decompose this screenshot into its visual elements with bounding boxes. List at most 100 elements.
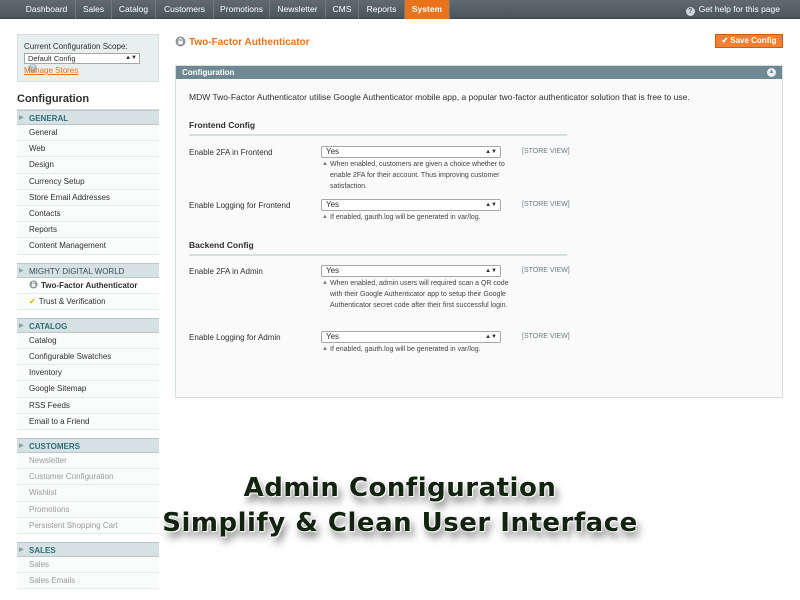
sidebar-item-content-management[interactable]: Content Management: [17, 238, 159, 255]
expand-triangle-icon: ▶: [19, 115, 24, 121]
field-note-text: When enabled, admin users will required …: [330, 280, 509, 309]
sidebar-item-store-email-addresses[interactable]: Store Email Addresses: [17, 189, 159, 206]
section-heading-frontend: Frontend Config: [189, 120, 567, 136]
select-arrows-icon: ▲▼: [485, 268, 497, 274]
sidebar-item-contacts[interactable]: Contacts: [17, 205, 159, 223]
enable-2fa-frontend-select[interactable]: Yes ▲▼: [321, 146, 501, 158]
sidebar-item-design[interactable]: Design: [17, 157, 159, 174]
sidebar-item-label: Trust & Verification: [38, 296, 106, 306]
page-title-text: Two-Factor Authenticator: [189, 37, 310, 48]
field-note: ▲ If enabled, gauth.log will be generated…: [322, 344, 510, 355]
check-icon: ✔: [29, 296, 36, 306]
nav-reports[interactable]: Reports: [359, 0, 405, 19]
sidebar-group-general[interactable]: ▶ GENERAL: [17, 110, 159, 125]
sidebar-group-customers[interactable]: ▶ CUSTOMERS: [17, 438, 159, 453]
select-arrows-icon: ▲▼: [485, 334, 497, 340]
enable-logging-admin-select[interactable]: Yes ▲▼: [321, 331, 501, 343]
collapse-icon[interactable]: ▲: [767, 68, 776, 77]
select-value: Yes: [326, 200, 340, 209]
field-label-enable-logging-admin: Enable Logging for Admin: [189, 333, 281, 342]
enable-logging-frontend-select[interactable]: Yes ▲▼: [321, 199, 501, 211]
select-value: Yes: [326, 147, 340, 156]
sidebar-item-currency-setup[interactable]: Currency Setup: [17, 173, 159, 190]
nav-newsletter[interactable]: Newsletter: [270, 0, 326, 19]
scope-select[interactable]: Default Config ▲▼: [24, 53, 140, 64]
sidebar-item-email-to-a-friend[interactable]: Email to a Friend: [17, 413, 159, 430]
scope-label: Current Configuration Scope:: [24, 42, 128, 51]
sidebar-item-two-factor-authenticator[interactable]: Two-Factor Authenticator: [17, 277, 159, 294]
scope-switcher: Current Configuration Scope: Default Con…: [17, 34, 159, 82]
note-caret-icon: ▲: [322, 346, 328, 352]
sidebar-item-web[interactable]: Web: [17, 141, 159, 158]
sidebar-group-catalog[interactable]: ▶ CATALOG: [17, 317, 159, 333]
sidebar-item-configurable-swatches[interactable]: Configurable Swatches: [17, 349, 159, 366]
sidebar-item-sales[interactable]: Sales: [17, 556, 159, 574]
field-note-text: If enabled, gauth.log will be generated …: [330, 214, 481, 221]
sidebar-group-sales[interactable]: ▶ SALES: [17, 541, 159, 557]
select-arrows-icon: ▲▼: [485, 149, 497, 155]
lock-icon: [29, 279, 38, 289]
fieldset-title: Configuration: [182, 68, 235, 77]
scope-tag: [STORE VIEW]: [522, 267, 570, 274]
sidebar-title: Configuration: [17, 82, 159, 110]
select-arrows-icon: ▲▼: [125, 55, 137, 61]
field-note: ▲ When enabled, admin users will required…: [322, 278, 510, 311]
module-description: MDW Two-Factor Authenticator utilise Goo…: [189, 92, 690, 102]
select-arrows-icon: ▲▼: [485, 202, 497, 208]
note-caret-icon: ▲: [322, 280, 328, 286]
field-label-enable-logging-frontend: Enable Logging for Frontend: [189, 201, 291, 210]
sidebar-item-google-sitemap[interactable]: Google Sitemap: [17, 381, 159, 398]
scope-select-value: Default Config: [28, 54, 76, 63]
expand-triangle-icon: ▶: [19, 322, 24, 329]
section-heading-backend: Backend Config: [189, 240, 567, 256]
group-heading-label: SALES: [29, 545, 56, 555]
sidebar-item-reports[interactable]: Reports: [17, 222, 159, 239]
nav-customers[interactable]: Customers: [156, 0, 214, 19]
scope-tag: [STORE VIEW]: [522, 333, 570, 340]
sidebar-item-newsletter[interactable]: Newsletter: [17, 453, 159, 470]
fieldset-header[interactable]: Configuration ▲: [176, 66, 782, 79]
help-label: Get help for this page: [698, 4, 780, 14]
select-value: Yes: [326, 332, 340, 341]
nav-dashboard[interactable]: Dashboard: [18, 0, 76, 19]
save-icon: ✔: [721, 36, 729, 45]
top-navigation: Dashboard Sales Catalog Customers Promot…: [0, 0, 800, 19]
nav-cms[interactable]: CMS: [326, 0, 359, 19]
page-title: Two-Factor Authenticator: [175, 36, 310, 48]
expand-triangle-icon: ▶: [19, 267, 24, 274]
field-note: ▲ When enabled, customers are given a cho…: [322, 159, 510, 192]
save-config-button[interactable]: ✔ Save Config: [715, 34, 783, 48]
sidebar-item-inventory[interactable]: Inventory: [17, 365, 159, 382]
help-icon: ?: [685, 7, 695, 16]
configuration-fieldset: Configuration ▲ MDW Two-Factor Authentic…: [175, 65, 783, 398]
manage-stores-link[interactable]: Manage Stores: [24, 66, 152, 75]
sidebar-item-label: Two-Factor Authenticator: [41, 280, 138, 290]
sidebar-item-rss-feeds[interactable]: RSS Feeds: [17, 397, 159, 414]
note-caret-icon: ▲: [322, 214, 328, 220]
sidebar-item-trust-verification[interactable]: ✔ Trust & Verification: [17, 293, 159, 310]
field-note: ▲ If enabled, gauth.log will be generated…: [322, 212, 510, 223]
sidebar-group-mighty-digital-world[interactable]: ▶ MIGHTY DIGITAL WORLD: [17, 262, 159, 278]
enable-2fa-admin-select[interactable]: Yes ▲▼: [321, 265, 501, 277]
field-note-text: If enabled, gauth.log will be generated …: [330, 346, 481, 353]
scope-tag: [STORE VIEW]: [522, 201, 570, 208]
sidebar-item-catalog[interactable]: Catalog: [17, 332, 159, 350]
sidebar-item-sales-emails[interactable]: Sales Emails: [17, 573, 159, 590]
field-note-text: When enabled, customers are given a choi…: [330, 161, 505, 190]
field-label-enable-2fa-frontend: Enable 2FA in Frontend: [189, 148, 273, 157]
select-value: Yes: [326, 266, 340, 275]
field-label-enable-2fa-admin: Enable 2FA in Admin: [189, 267, 263, 276]
save-config-label: Save Config: [730, 36, 777, 45]
scope-tag: [STORE VIEW]: [522, 148, 570, 155]
nav-system[interactable]: System: [405, 0, 450, 19]
nav-sales[interactable]: Sales: [76, 0, 112, 19]
group-heading-label: GENERAL: [29, 114, 69, 123]
nav-promotions[interactable]: Promotions: [214, 0, 270, 19]
help-link[interactable]: ? Get help for this page: [685, 0, 780, 19]
expand-triangle-icon: ▶: [19, 443, 24, 449]
sidebar-item-general[interactable]: General: [17, 125, 159, 142]
group-heading-label: CATALOG: [29, 321, 68, 331]
group-heading-label: MIGHTY DIGITAL WORLD: [29, 266, 125, 276]
nav-catalog[interactable]: Catalog: [112, 0, 156, 19]
group-heading-label: CUSTOMERS: [29, 442, 80, 451]
